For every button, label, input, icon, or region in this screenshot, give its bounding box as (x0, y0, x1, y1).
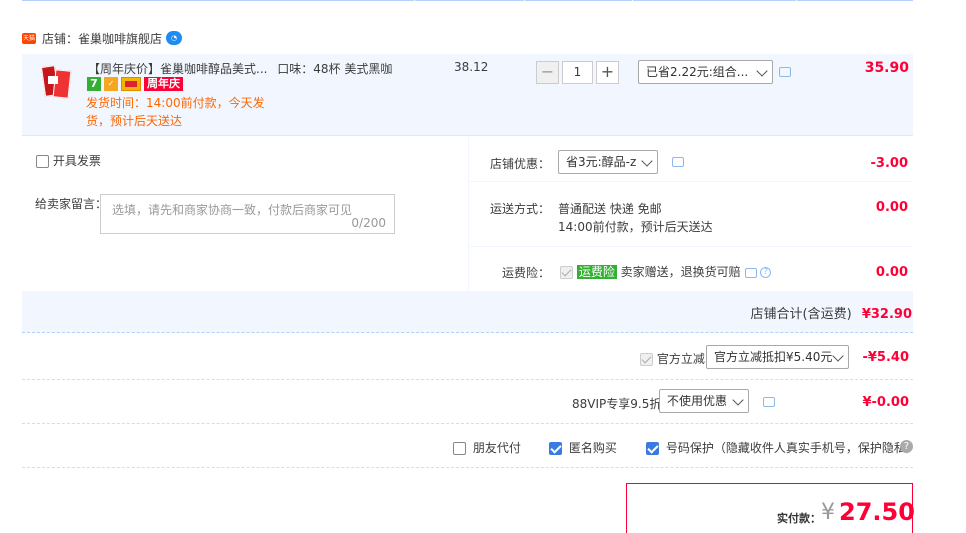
quantity-stepper: − 1 + (536, 61, 619, 84)
invoice-option[interactable]: 开具发票 (36, 152, 101, 169)
invoice-label: 开具发票 (52, 154, 101, 168)
anniversary-badge: 周年庆 (144, 77, 183, 91)
top-divider (22, 0, 913, 3)
shop-discount-label: 店铺优惠： (490, 157, 551, 171)
discount-chat-icon[interactable] (672, 157, 684, 167)
official-discount-checkbox (640, 353, 653, 366)
message-placeholder: 选填，请先和商家协商一致，付款后商家可见 (112, 203, 353, 217)
help-icon[interactable]: ? (900, 440, 913, 453)
service-badges: 7 ✓ 周年庆 (87, 77, 183, 91)
chevron-down-icon (756, 65, 768, 77)
vip-label: 88VIP专享9.5折 (572, 397, 662, 411)
divider (22, 423, 913, 424)
vip-chat-icon[interactable] (763, 397, 775, 407)
promo-help-chat-icon[interactable] (779, 67, 791, 77)
seller-message-input[interactable]: 选填，请先和商家协商一致，付款后商家可见 0/200 (100, 194, 395, 234)
shop-row: 天猫 店铺：雀巢咖啡旗舰店 ◔ (22, 28, 183, 48)
shop-total-amount: ¥32.90 (861, 307, 912, 322)
quantity-increase-button[interactable]: + (596, 61, 619, 84)
delivery-time: 14:00前付款，预计后天送达 (558, 220, 713, 234)
seven-day-return-icon: 7 (87, 77, 101, 91)
tmall-icon: 天猫 (22, 32, 36, 44)
chevron-down-icon (641, 155, 653, 167)
vip-discount-amount: ¥-0.00 (862, 395, 909, 410)
question-icon[interactable]: ? (760, 267, 772, 278)
payment-summary: 实付款： ¥ 27.50 (626, 483, 915, 533)
pay-currency: ¥ (821, 500, 835, 525)
divider (22, 467, 913, 468)
anonymous-option[interactable]: 匿名购买 (549, 439, 617, 456)
insurance-tag: 运费险 (576, 265, 617, 279)
item-promo-select[interactable]: 已省2.22元:组合... (638, 60, 773, 84)
quantity-decrease-button[interactable]: − (536, 61, 559, 84)
guarantee-icon: ✓ (104, 77, 118, 91)
message-label: 给卖家留言： (35, 197, 108, 211)
delivery-amount: 0.00 (875, 200, 908, 215)
shop-total-label: 店铺合计(含运费) (750, 307, 852, 322)
official-discount-label: 官方立减 (656, 352, 705, 366)
official-discount-amount: -¥5.40 (862, 350, 909, 365)
delivery-label: 运送方式： (490, 202, 551, 216)
product-title-line: 【周年庆价】雀巢咖啡醇品美式... 口味：48杯 美式黑咖 (88, 60, 392, 77)
divider (22, 379, 913, 380)
friend-pay-label: 朋友代付 (472, 441, 521, 455)
item-subtotal: 35.90 (864, 60, 909, 76)
official-discount-option: 官方立减 (640, 350, 705, 367)
invoice-checkbox[interactable] (36, 155, 49, 168)
product-thumbnail[interactable] (40, 62, 74, 102)
shipping-time: 发货时间：14:00前付款，今天发 货，预计后天送达 (86, 96, 265, 128)
friend-pay-checkbox[interactable] (453, 442, 466, 455)
chevron-down-icon (732, 394, 744, 406)
chevron-down-icon (832, 350, 844, 362)
chat-wangwang-icon[interactable]: ◔ (166, 31, 183, 45)
anonymous-label: 匿名购买 (568, 441, 617, 455)
insurance-text: 卖家赠送，退换货可赔 (620, 265, 741, 279)
credit-card-icon (121, 77, 141, 91)
unit-price: 38.12 (454, 60, 489, 74)
insurance-amount: 0.00 (875, 265, 908, 280)
pay-amount: 27.50 (839, 498, 915, 526)
product-sku: 口味：48杯 美式黑咖 (277, 62, 393, 76)
insurance-label: 运费险： (502, 266, 551, 280)
shop-total: 店铺合计(含运费) ¥32.90 (751, 303, 912, 322)
message-char-count: 0/200 (351, 216, 386, 230)
insurance-chat-icon[interactable] (744, 267, 757, 278)
vip-discount-select[interactable]: 不使用优惠 (659, 389, 749, 413)
delivery-method: 普通配送 快递 免邮 (558, 202, 662, 216)
shop-discount-amount: -3.00 (870, 156, 908, 171)
insurance-checkbox (560, 266, 573, 279)
quantity-input[interactable]: 1 (562, 61, 593, 84)
number-protect-checkbox[interactable] (646, 442, 659, 455)
official-discount-select[interactable]: 官方立减抵扣¥5.40元 (706, 345, 849, 369)
number-protect-option[interactable]: 号码保护（隐藏收件人真实手机号，保护隐私） (646, 439, 918, 456)
shop-name-link[interactable]: 店铺：雀巢咖啡旗舰店 (42, 30, 162, 47)
number-protect-label: 号码保护（隐藏收件人真实手机号，保护隐私） (665, 441, 918, 455)
friend-pay-option[interactable]: 朋友代付 (453, 439, 521, 456)
anonymous-checkbox[interactable] (549, 442, 562, 455)
pay-label: 实付款： (777, 512, 821, 525)
insurance-option: 运费险 卖家赠送，退换货可赔 ? (560, 263, 772, 280)
product-title-link[interactable]: 【周年庆价】雀巢咖啡醇品美式... (88, 62, 267, 76)
shop-discount-select[interactable]: 省3元:醇品-z (558, 150, 658, 174)
